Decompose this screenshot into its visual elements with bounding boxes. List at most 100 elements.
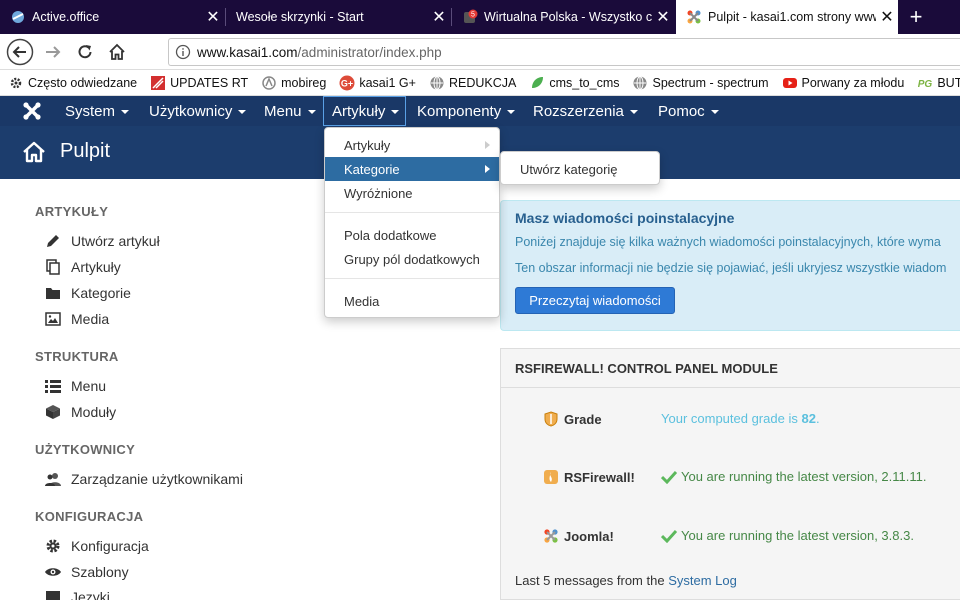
grade-value: Your computed grade is 82. [661,411,820,426]
kategorie-submenu: Utwórz kategorię [500,151,660,185]
menu-system[interactable]: System [57,96,137,126]
sidebar-item-label: Języki [71,589,110,600]
close-icon[interactable]: ✕ [652,7,674,27]
browser-tab-pulpit[interactable]: Pulpit - kasai1.com strony www ✕ [676,0,898,34]
grade-label: Grade [543,411,602,427]
sidebar-item-label: Artykuły [71,259,121,275]
home-button[interactable] [102,37,132,67]
browser-navigation-bar: www.kasai1.com/administrator/index.php [0,34,960,70]
gplus-icon: G+ [339,75,355,91]
reload-button[interactable] [70,37,100,67]
section-heading-artykuly: ARTYKUŁY [35,204,109,219]
comment-icon [44,589,62,600]
caret-down-icon [238,110,247,114]
new-tab-plus-icon[interactable]: + [900,0,932,34]
dropdown-item-label: Media [344,293,380,309]
sidebar-item-media[interactable]: Media [44,311,109,327]
system-log-link[interactable]: System Log [668,573,737,588]
postinstall-text: Poniżej znajduje się kilka ważnych wiado… [515,235,941,249]
submenu-item-label: Utwórz kategorię [520,161,618,177]
rsfirewall-version-status: You are running the latest version, 2.11… [661,469,926,484]
postinstall-title: Masz wiadomości poinstalacyjne [515,210,735,226]
dropdown-item-pola-dodatkowe[interactable]: Pola dodatkowe [325,223,499,247]
users-icon [44,471,62,487]
sidebar-item-menu[interactable]: Menu [44,378,106,394]
info-icon[interactable] [169,44,197,60]
forward-arrow-icon [46,46,61,58]
joomla-logo-icon[interactable] [22,101,42,121]
bookmark-redukcja[interactable]: REDUKCJA [429,75,516,91]
reload-icon [78,45,92,59]
caret-down-icon [307,110,316,114]
globe-icon [429,75,445,91]
bookmark-label: BUTY sport [937,75,960,90]
dropdown-item-wyroznione[interactable]: Wyróżnione [325,181,499,205]
close-icon[interactable]: ✕ [428,7,450,27]
sidebar-item-moduly[interactable]: Moduły [44,404,116,420]
postinstall-messages-alert: Masz wiadomości poinstalacyjne Poniżej z… [500,200,960,331]
grade-suffix: . [815,411,820,426]
read-messages-button[interactable]: Przeczytaj wiadomości [515,287,675,314]
rt-icon [150,75,166,91]
menu-rozszerzenia[interactable]: Rozszerzenia [525,96,646,126]
url-bar[interactable]: www.kasai1.com/administrator/index.php [168,38,960,66]
bookmark-kasai1-gplus[interactable]: G+ kasai1 G+ [339,75,416,91]
bookmark-czesto-odwiedzane[interactable]: Często odwiedzane [8,75,137,91]
sidebar-item-jezyki[interactable]: Języki [44,589,110,600]
menu-artykuly[interactable]: Artykuły [323,96,406,126]
dropdown-item-media[interactable]: Media [325,289,499,313]
bookmark-label: Spectrum - spectrum [652,75,769,90]
cog-icon [44,538,62,554]
sidebar-item-zarzadzanie-uzytkownikami[interactable]: Zarządzanie użytkownikami [44,471,243,487]
sidebar-item-szablony[interactable]: Szablony [44,564,129,580]
menu-uzytkownicy[interactable]: Użytkownicy [141,96,254,126]
sidebar-item-konfiguracja[interactable]: Konfiguracja [44,538,149,554]
browser-tab-wp[interactable]: 5 Wirtualna Polska - Wszystko co ✕ [452,0,674,34]
tab-title: Pulpit - kasai1.com strony www [708,10,876,24]
browser-tab-active-office[interactable]: Active.office ✕ [0,0,224,34]
list-icon [44,378,62,394]
sidebar-item-label: Moduły [71,404,117,420]
menu-menu[interactable]: Menu [256,96,324,126]
submenu-item-utworz-kategorie[interactable]: Utwórz kategorię [501,157,659,181]
menu-komponenty[interactable]: Komponenty [409,96,523,126]
dropdown-item-label: Grupy pól dodatkowych [344,251,480,267]
menu-label: Rozszerzenia [533,102,624,120]
eye-icon [44,564,62,580]
menu-pomoc[interactable]: Pomoc [650,96,727,126]
wp-icon: 5 [462,9,478,25]
bookmark-label: Porwany za młodu [801,75,905,90]
caret-down-icon [507,110,516,114]
forward-button[interactable] [38,37,68,67]
bookmark-mobireg[interactable]: mobireg [261,75,326,91]
dropdown-item-grupy-pol-dodatkowych[interactable]: Grupy pól dodatkowych [325,247,499,271]
close-icon[interactable]: ✕ [876,7,898,27]
grade-label-text: Grade [564,411,602,427]
close-icon[interactable]: ✕ [202,7,224,27]
youtube-icon [782,75,798,91]
check-icon [661,529,677,543]
sidebar-item-kategorie[interactable]: Kategorie [44,285,131,301]
url-host: www.kasai1.com [197,44,298,60]
bookmark-porwany-za-mlodu[interactable]: Porwany za młodu [782,75,905,91]
sidebar-item-utworz-artykul[interactable]: Utwórz artykuł [44,233,160,249]
folder-icon [44,285,62,301]
dropdown-item-artykuly[interactable]: Artykuły [325,133,499,157]
bookmark-cms-to-cms[interactable]: cms_to_cms [529,75,619,91]
dropdown-item-kategorie[interactable]: Kategorie [325,157,499,181]
back-button[interactable] [5,37,35,67]
system-log-text: Last 5 messages from the [515,573,665,588]
bookmark-spectrum[interactable]: Spectrum - spectrum [632,75,769,91]
copy-icon [44,259,62,275]
browser-tab-wesole-skrzynki[interactable]: Wesołe skrzynki - Start ✕ [226,0,450,34]
bookmarks-toolbar: Często odwiedzane UPDATES RT mobireg G+ … [0,70,960,96]
home-icon [109,43,125,60]
admin-menu-bar: System Użytkownicy Menu Artykuły Kompone… [0,96,960,126]
url-text: www.kasai1.com/administrator/index.php [197,45,442,60]
shield-icon [543,411,559,427]
bookmark-updates-rt[interactable]: UPDATES RT [150,75,248,91]
menu-label: Menu [264,102,302,120]
bookmark-buty-sport[interactable]: PG BUTY sport [917,75,960,91]
grade-number: 82 [801,411,816,426]
sidebar-item-artykuly[interactable]: Artykuły [44,259,121,275]
